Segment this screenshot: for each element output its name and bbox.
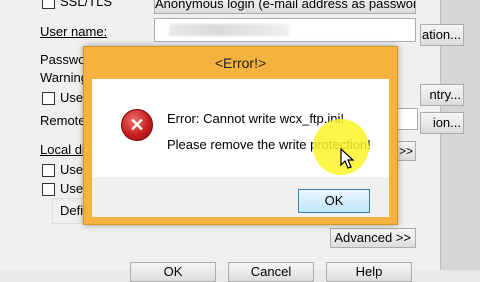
bottom-ok-button[interactable]: OK: [130, 262, 216, 282]
browse-arrows-button[interactable]: >>: [396, 141, 416, 161]
encryption-button[interactable]: ation...: [420, 24, 464, 46]
password-label: Passwo: [40, 52, 86, 67]
remote-dir-input[interactable]: [396, 108, 418, 130]
use-master-password-checkbox[interactable]: [42, 92, 55, 105]
redacted-username: [169, 24, 289, 36]
bottom-help-button[interactable]: Help: [326, 262, 412, 282]
ssl-tls-label: SSL/TLS: [60, 0, 113, 9]
error-message-line1: Error: Cannot write wcx_ftp.ini!: [167, 111, 345, 126]
bottom-cancel-button[interactable]: Cancel: [228, 262, 314, 282]
entry-button[interactable]: ntry...: [420, 84, 464, 106]
error-ok-button[interactable]: OK: [298, 189, 370, 213]
advanced-button[interactable]: Advanced >>: [330, 228, 416, 248]
option-button[interactable]: ion...: [420, 112, 464, 134]
error-icon: ✕: [121, 109, 153, 141]
ssl-tls-checkbox[interactable]: [42, 0, 55, 9]
local-dir-label: Local dir: [40, 142, 90, 157]
user-name-label: User name:: [40, 24, 108, 39]
mouse-pointer-icon: [340, 148, 355, 169]
error-dialog-title: <Error!>: [214, 55, 267, 71]
use-passive-checkbox[interactable]: [42, 164, 55, 177]
anonymous-login-button[interactable]: Anonymous login (e-mail address as passw…: [154, 0, 416, 14]
use-firewall-checkbox[interactable]: [42, 183, 55, 196]
user-name-input[interactable]: [154, 18, 416, 42]
